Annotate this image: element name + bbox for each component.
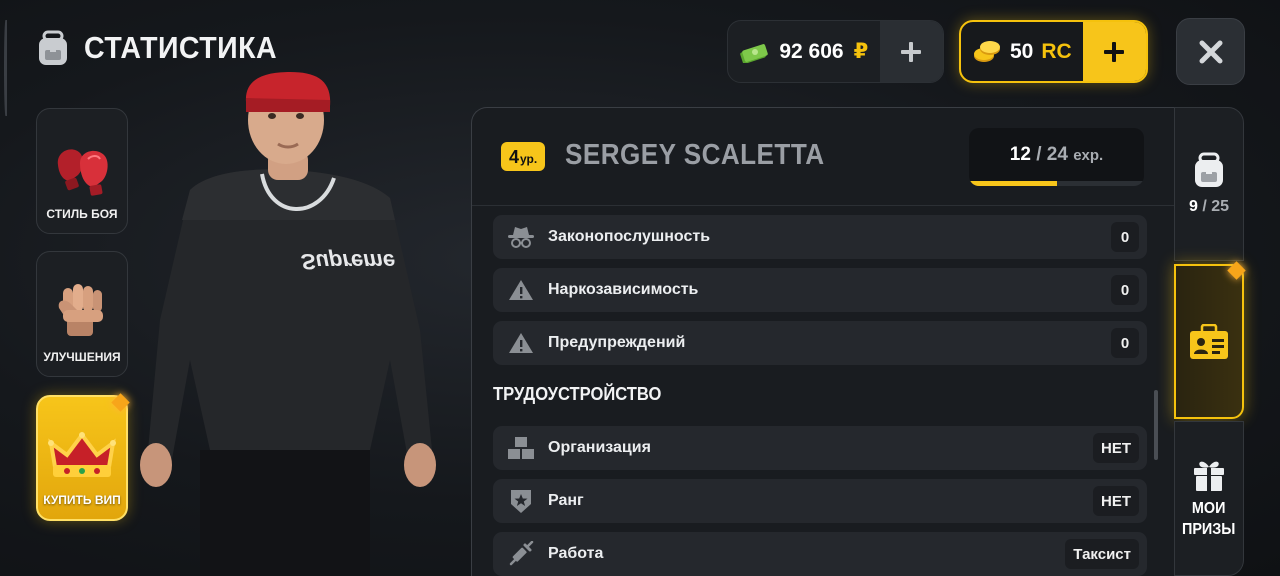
cash-stack-icon	[740, 43, 769, 63]
employment-row-organization: Организация НЕТ	[493, 426, 1147, 470]
stat-value: 0	[1111, 275, 1139, 305]
page-title: СТАТИСТИКА	[84, 30, 278, 65]
stats-panel: 4 ур. SERGEY SCALETTA 12 / 24 exp. Закон…	[471, 107, 1174, 576]
employment-row-job: Работа Таксист	[493, 532, 1147, 576]
close-button[interactable]	[1176, 18, 1245, 85]
stat-row-warnings: Предупреждений 0	[493, 321, 1147, 365]
stat-label: Законопослушность	[548, 228, 711, 245]
employment-label: Работа	[548, 545, 604, 562]
rc-amount: 50	[1009, 39, 1034, 63]
spy-hat-icon	[507, 227, 534, 248]
inventory-tab[interactable]: 9 / 25	[1174, 107, 1244, 261]
stat-value: 0	[1111, 222, 1139, 252]
id-card-tab[interactable]	[1174, 264, 1244, 419]
upgrades-label: УЛУЧШЕНИЯ	[43, 350, 121, 364]
gift-icon	[1194, 461, 1224, 491]
rc-unit: RC	[1041, 39, 1072, 63]
level-number: 4	[509, 147, 520, 167]
my-prizes-label: МОИ ПРИЗЫ	[1182, 498, 1235, 540]
backpack-icon	[39, 30, 67, 65]
employment-value: НЕТ	[1093, 486, 1139, 516]
money-amount: 92 606	[779, 39, 844, 63]
rc-balance: 50 RC	[959, 20, 1148, 83]
buy-vip-button[interactable]: КУПИТЬ ВИП	[36, 395, 128, 521]
add-rc-button[interactable]	[1082, 22, 1146, 81]
boxes-icon	[507, 437, 534, 459]
experience-text: 12 / 24 exp.	[969, 144, 1144, 166]
warning-triangle-icon	[508, 333, 533, 353]
fist-icon	[58, 284, 103, 336]
upgrades-button[interactable]: УЛУЧШЕНИЯ	[36, 251, 128, 377]
screen-edge-decoration	[4, 20, 7, 116]
stat-row-addiction: Наркозависимость 0	[493, 268, 1147, 312]
employment-section-title: ТРУДОУСТРОЙСТВО	[493, 384, 662, 404]
exp-separator: /	[1036, 144, 1042, 165]
my-prizes-tab[interactable]: МОИ ПРИЗЫ	[1174, 421, 1244, 576]
inventory-current: 9	[1188, 198, 1198, 215]
warning-triangle-icon	[508, 280, 533, 300]
level-suffix: ур.	[520, 152, 538, 166]
my-prizes-line2: ПРИЗЫ	[1182, 520, 1236, 538]
my-prizes-line1: МОИ	[1192, 499, 1226, 517]
employment-value: Таксист	[1065, 539, 1139, 569]
plus-icon	[901, 41, 922, 62]
stat-label: Предупреждений	[548, 334, 686, 351]
gold-coins-icon	[973, 40, 1000, 62]
syringe-icon	[509, 541, 533, 566]
player-name: SERGEY SCALETTA	[565, 139, 825, 171]
plus-icon	[1104, 41, 1125, 62]
buy-vip-label: КУПИТЬ ВИП	[43, 493, 121, 507]
level-badge: 4 ур.	[501, 142, 546, 171]
stats-scrollbar[interactable]	[1154, 390, 1158, 460]
employment-value: НЕТ	[1093, 433, 1139, 463]
combat-style-button[interactable]: СТИЛЬ БОЯ	[36, 108, 128, 234]
stat-value: 0	[1111, 328, 1139, 358]
inventory-separator: /	[1202, 198, 1207, 215]
id-card-icon	[1190, 323, 1228, 359]
combat-style-label: СТИЛЬ БОЯ	[46, 207, 118, 221]
rank-badge-icon	[510, 490, 531, 513]
crown-icon	[48, 431, 116, 477]
employment-row-rank: Ранг НЕТ	[493, 479, 1147, 523]
employment-label: Ранг	[548, 492, 584, 509]
money-symbol: ₽	[853, 40, 869, 63]
close-icon	[1199, 40, 1222, 63]
page-header: СТАТИСТИКА	[36, 30, 294, 66]
shirt-logo-text: Supreme	[301, 249, 395, 274]
exp-max: 24	[1046, 144, 1068, 165]
exp-current: 12	[1009, 144, 1031, 165]
employment-label: Организация	[548, 439, 651, 456]
add-money-button[interactable]	[879, 21, 943, 82]
money-balance: 92 606 ₽	[727, 20, 944, 83]
backpack-icon	[1195, 152, 1223, 187]
player-character: Supreme	[140, 72, 436, 576]
boxing-gloves-icon	[57, 149, 108, 196]
player-header: 4 ур. SERGEY SCALETTA 12 / 24 exp.	[472, 108, 1174, 206]
inventory-count: 9 / 25	[1189, 198, 1229, 216]
stat-label: Наркозависимость	[548, 281, 699, 298]
stat-row-law: Законопослушность 0	[493, 215, 1147, 259]
exp-unit: exp.	[1073, 147, 1104, 164]
experience-progress-fill	[969, 181, 1057, 186]
experience-progress-bar	[969, 181, 1144, 186]
inventory-max: 25	[1211, 198, 1230, 215]
experience-box: 12 / 24 exp.	[969, 128, 1144, 186]
